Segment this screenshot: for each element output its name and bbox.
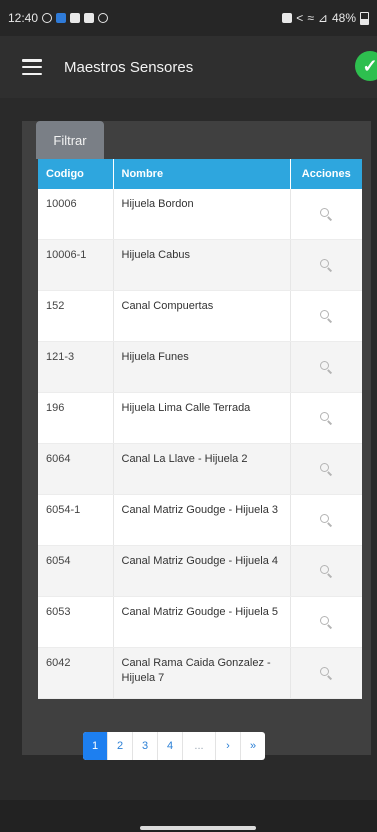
table-row: 196 Hijuela Lima Calle Terrada bbox=[38, 392, 362, 444]
battery-percent: 48% bbox=[331, 11, 356, 25]
filter-button[interactable]: Filtrar bbox=[36, 121, 104, 159]
cell-codigo: 152 bbox=[38, 290, 114, 342]
status-right: < ≈ ⊿ 48% bbox=[282, 11, 369, 25]
search-icon[interactable] bbox=[320, 513, 333, 527]
cell-nombre: Canal La Llave - Hijuela 2 bbox=[113, 443, 291, 495]
cell-nombre: Hijuela Lima Calle Terrada bbox=[113, 392, 291, 444]
page-ellipsis: ... bbox=[183, 732, 216, 760]
view-action[interactable] bbox=[290, 545, 362, 597]
page-3-button[interactable]: 3 bbox=[133, 732, 158, 760]
status-bar: 12:40 < ≈ ⊿ 48% bbox=[0, 0, 377, 36]
status-left: 12:40 bbox=[8, 11, 109, 25]
wifi-icon: ≈ bbox=[307, 11, 314, 25]
settings-icon bbox=[98, 13, 109, 23]
bluetooth-icon: < bbox=[296, 11, 304, 25]
view-action[interactable] bbox=[290, 341, 362, 393]
view-action[interactable] bbox=[290, 647, 362, 699]
menu-icon[interactable] bbox=[22, 59, 42, 75]
table-row: 6042 Canal Rama Caida Gonzalez - Hijuela… bbox=[38, 647, 362, 699]
table-row: 6054 Canal Matriz Goudge - Hijuela 4 bbox=[38, 545, 362, 597]
view-action[interactable] bbox=[290, 189, 362, 240]
cell-codigo: 6053 bbox=[38, 596, 114, 648]
status-time: 12:40 bbox=[8, 11, 39, 25]
cell-nombre: Hijuela Bordon bbox=[113, 189, 291, 240]
sensors-table: Codigo Nombre Acciones 10006 Hijuela Bor… bbox=[38, 159, 362, 699]
search-icon[interactable] bbox=[320, 258, 333, 272]
page-4-button[interactable]: 4 bbox=[158, 732, 183, 760]
table-row: 152 Canal Compuertas bbox=[38, 290, 362, 342]
table-row: 121-3 Hijuela Funes bbox=[38, 341, 362, 393]
cell-nombre: Hijuela Funes bbox=[113, 341, 291, 393]
sensors-card: Filtrar Codigo Nombre Acciones 10006 Hij… bbox=[22, 121, 371, 760]
table-row: 10006-1 Hijuela Cabus bbox=[38, 239, 362, 291]
last-page-button[interactable]: » bbox=[241, 732, 265, 760]
cell-codigo: 10006 bbox=[38, 189, 114, 240]
view-action[interactable] bbox=[290, 239, 362, 291]
page-1-button[interactable]: 1 bbox=[83, 732, 108, 760]
search-icon[interactable] bbox=[320, 615, 333, 629]
page-title: Maestros Sensores bbox=[64, 58, 194, 76]
cell-nombre: Canal Compuertas bbox=[113, 290, 291, 342]
sim-icon bbox=[282, 13, 293, 23]
table-row: 6054-1 Canal Matriz Goudge - Hijuela 3 bbox=[38, 494, 362, 546]
cell-codigo: 6054-1 bbox=[38, 494, 114, 546]
cell-codigo: 10006-1 bbox=[38, 239, 114, 291]
view-action[interactable] bbox=[290, 392, 362, 444]
battery-icon bbox=[360, 11, 369, 25]
cell-nombre: Hijuela Cabus bbox=[113, 239, 291, 291]
pagination: 1 2 3 4 ... › » bbox=[83, 732, 265, 760]
whatsapp-icon bbox=[42, 13, 53, 23]
app-bar: Maestros Sensores ✓ bbox=[0, 36, 377, 98]
page-2-button[interactable]: 2 bbox=[108, 732, 133, 760]
cell-codigo: 6042 bbox=[38, 647, 114, 699]
search-icon[interactable] bbox=[320, 207, 333, 221]
next-page-button[interactable]: › bbox=[216, 732, 241, 760]
table-row: 6053 Canal Matriz Goudge - Hijuela 5 bbox=[38, 596, 362, 648]
cell-nombre: Canal Matriz Goudge - Hijuela 5 bbox=[113, 596, 291, 648]
table-row: 6064 Canal La Llave - Hijuela 2 bbox=[38, 443, 362, 495]
home-indicator[interactable] bbox=[140, 826, 256, 830]
view-action[interactable] bbox=[290, 443, 362, 495]
cell-codigo: 121-3 bbox=[38, 341, 114, 393]
view-action[interactable] bbox=[290, 596, 362, 648]
table-row: 10006 Hijuela Bordon bbox=[38, 189, 362, 240]
search-icon[interactable] bbox=[320, 411, 333, 425]
header-nombre[interactable]: Nombre bbox=[113, 159, 291, 189]
check-icon: ✓ bbox=[355, 51, 377, 81]
search-icon[interactable] bbox=[320, 360, 333, 374]
messenger-icon bbox=[56, 13, 67, 23]
cell-nombre: Canal Matriz Goudge - Hijuela 4 bbox=[113, 545, 291, 597]
cell-nombre: Canal Rama Caida Gonzalez - Hijuela 7 bbox=[113, 647, 291, 699]
search-icon[interactable] bbox=[320, 666, 333, 680]
search-icon[interactable] bbox=[320, 309, 333, 323]
header-acciones: Acciones bbox=[290, 159, 362, 189]
view-action[interactable] bbox=[290, 494, 362, 546]
view-action[interactable] bbox=[290, 290, 362, 342]
table-header-row: Codigo Nombre Acciones bbox=[38, 159, 362, 189]
gallery-icon bbox=[84, 13, 95, 23]
header-codigo[interactable]: Codigo bbox=[38, 159, 114, 189]
cell-codigo: 6064 bbox=[38, 443, 114, 495]
search-icon[interactable] bbox=[320, 462, 333, 476]
cell-codigo: 196 bbox=[38, 392, 114, 444]
search-icon[interactable] bbox=[320, 564, 333, 578]
twitter-icon bbox=[70, 13, 81, 23]
signal-icon: ⊿ bbox=[317, 11, 328, 25]
cell-codigo: 6054 bbox=[38, 545, 114, 597]
cell-nombre: Canal Matriz Goudge - Hijuela 3 bbox=[113, 494, 291, 546]
